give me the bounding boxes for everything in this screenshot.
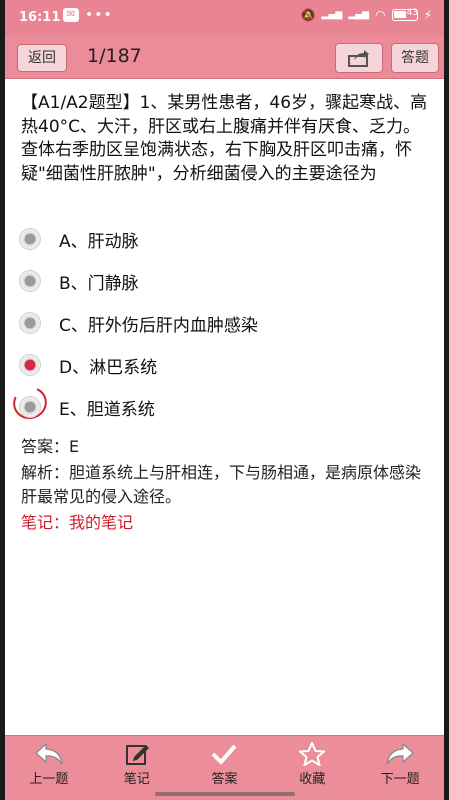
radio-icon[interactable] (19, 228, 41, 250)
status-bar: 16:11 ✉ ••• 🔕 ▂▄▆ ▂▄▆ ◠ 43 ⚡ (5, 0, 444, 36)
arrow-left-icon (34, 742, 63, 765)
battery-icon: 43 (391, 8, 419, 21)
answer-mode-button[interactable]: 答题 (391, 43, 439, 73)
arrow-right-icon (386, 742, 414, 765)
option-b[interactable]: B、门静脉 (19, 266, 419, 296)
question-text: 【A1/A2题型】1、某男性患者，46岁，骤起寒战、高热40°C、大汗，肝区或右… (21, 93, 428, 184)
charging-icon: ⚡ (423, 8, 432, 22)
signal-icon-2: ▂▄▆ (348, 10, 370, 20)
show-answer-label: 答案 (211, 772, 238, 787)
radio-icon[interactable] (19, 396, 41, 418)
more-dots-icon: ••• (85, 7, 113, 23)
checkmark-icon (212, 744, 237, 765)
favorite-label: 收藏 (299, 772, 326, 787)
battery-level: 43 (406, 8, 419, 18)
radio-icon[interactable] (19, 270, 41, 292)
header-bar: 返回 1/187 答题 (5, 36, 444, 79)
option-label: B、门静脉 (59, 274, 139, 294)
mute-icon: 🔕 (300, 8, 316, 22)
option-e[interactable]: E、胆道系统 (8, 382, 419, 424)
edit-note-icon (125, 745, 149, 765)
option-a[interactable]: A、肝动脉 (19, 224, 419, 254)
option-d[interactable]: D、淋巴系统 (19, 350, 419, 380)
option-label: C、肝外伤后肝内血肿感染 (59, 316, 258, 336)
option-label: A、肝动脉 (59, 232, 139, 252)
back-button[interactable]: 返回 (17, 44, 67, 72)
next-question-label: 下一题 (380, 772, 420, 787)
correct-answer: 答案：E (21, 437, 80, 456)
show-answer-button[interactable]: 答案 (181, 736, 269, 790)
radio-icon[interactable] (19, 312, 41, 334)
star-icon (299, 742, 326, 766)
share-icon (348, 50, 369, 67)
answer-analysis: 解析：胆道系统上与肝相连，下与肠相通，是病原体感染肝最常见的侵入途径。 (21, 463, 422, 506)
next-question-button[interactable]: 下一题 (356, 736, 444, 790)
signal-icon: ▂▄▆ (321, 10, 343, 20)
option-c[interactable]: C、肝外伤后肝内血肿感染 (19, 308, 419, 338)
notes-button[interactable]: 笔记 (93, 736, 181, 790)
my-note-link[interactable]: 笔记：我的笔记 (21, 509, 133, 533)
favorite-button[interactable]: 收藏 (268, 736, 356, 790)
option-label: E、胆道系统 (59, 400, 155, 420)
app-notification-icon: ✉ (63, 8, 79, 22)
question-progress: 1/187 (87, 45, 142, 67)
prev-question-label: 上一题 (29, 772, 69, 787)
system-nav-bar (5, 789, 444, 800)
share-button[interactable] (335, 43, 383, 73)
wifi-icon: ◠ (375, 8, 386, 22)
home-indicator[interactable] (155, 792, 295, 796)
bottom-toolbar: 上一题 笔记 答案 收藏 下一题 (5, 735, 444, 790)
status-time: 16:11 (19, 10, 61, 25)
prev-question-button[interactable]: 上一题 (5, 736, 93, 790)
option-label: D、淋巴系统 (59, 358, 158, 378)
radio-selected-icon[interactable] (19, 354, 41, 376)
notes-label: 笔记 (123, 772, 150, 787)
app-screen: 16:11 ✉ ••• 🔕 ▂▄▆ ▂▄▆ ◠ 43 ⚡ 返回 1/187 答题 (5, 0, 444, 800)
